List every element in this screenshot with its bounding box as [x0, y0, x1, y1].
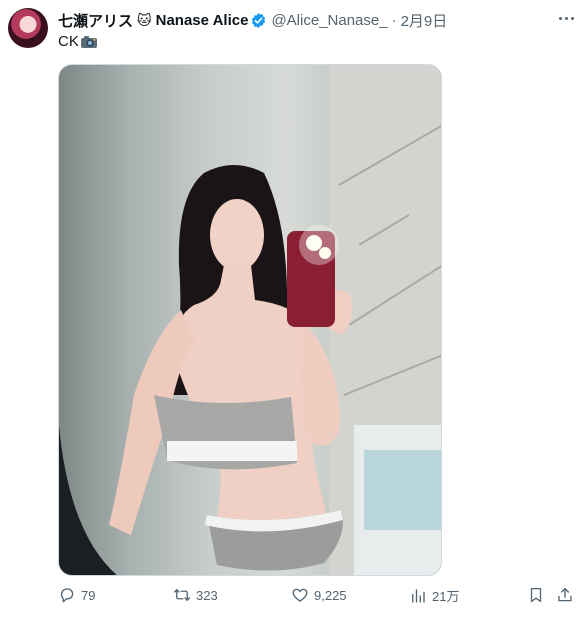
bookmark-icon: [530, 587, 542, 603]
retweet-count: 323: [196, 587, 218, 603]
photo-illustration: [59, 65, 441, 575]
heart-icon: [292, 588, 308, 602]
share-icon: [558, 587, 572, 602]
user-handle[interactable]: @Alice_Nanase_: [271, 12, 387, 29]
tweet-text-content: CK: [58, 33, 79, 50]
more-options-icon[interactable]: [556, 8, 576, 28]
views-button[interactable]: 21万: [409, 586, 459, 605]
tweet-header: 七瀬アリス 🐱 Nanase Alice @Alice_Nanase_ · 2月…: [58, 10, 447, 30]
separator-dot: ·: [391, 11, 397, 29]
verified-badge-icon: [252, 12, 266, 28]
like-button[interactable]: 9,225: [291, 586, 347, 604]
views-chart-icon: [412, 588, 425, 603]
avatar[interactable]: [8, 8, 48, 48]
like-count: 9,225: [314, 587, 347, 603]
bookmark-button[interactable]: [527, 586, 545, 604]
share-button[interactable]: [556, 586, 574, 604]
tweet-text: CK: [58, 33, 98, 50]
cat-emoji-icon: 🐱: [137, 11, 152, 28]
display-name[interactable]: 七瀬アリス: [58, 10, 133, 31]
retweet-button[interactable]: 323: [173, 586, 218, 604]
camera-emoji-icon: [80, 35, 97, 48]
views-count: 21万: [432, 589, 460, 604]
retweet-icon: [173, 589, 191, 601]
tweet-actions: 79 323 9,225 21万: [0, 586, 588, 610]
tweet-date[interactable]: 2月9日: [401, 10, 448, 31]
tweet-photo[interactable]: [58, 64, 442, 576]
reply-icon: [60, 588, 74, 603]
reply-button[interactable]: 79: [58, 586, 95, 604]
display-name-latin[interactable]: Nanase Alice: [156, 12, 249, 29]
reply-count: 79: [81, 587, 96, 603]
